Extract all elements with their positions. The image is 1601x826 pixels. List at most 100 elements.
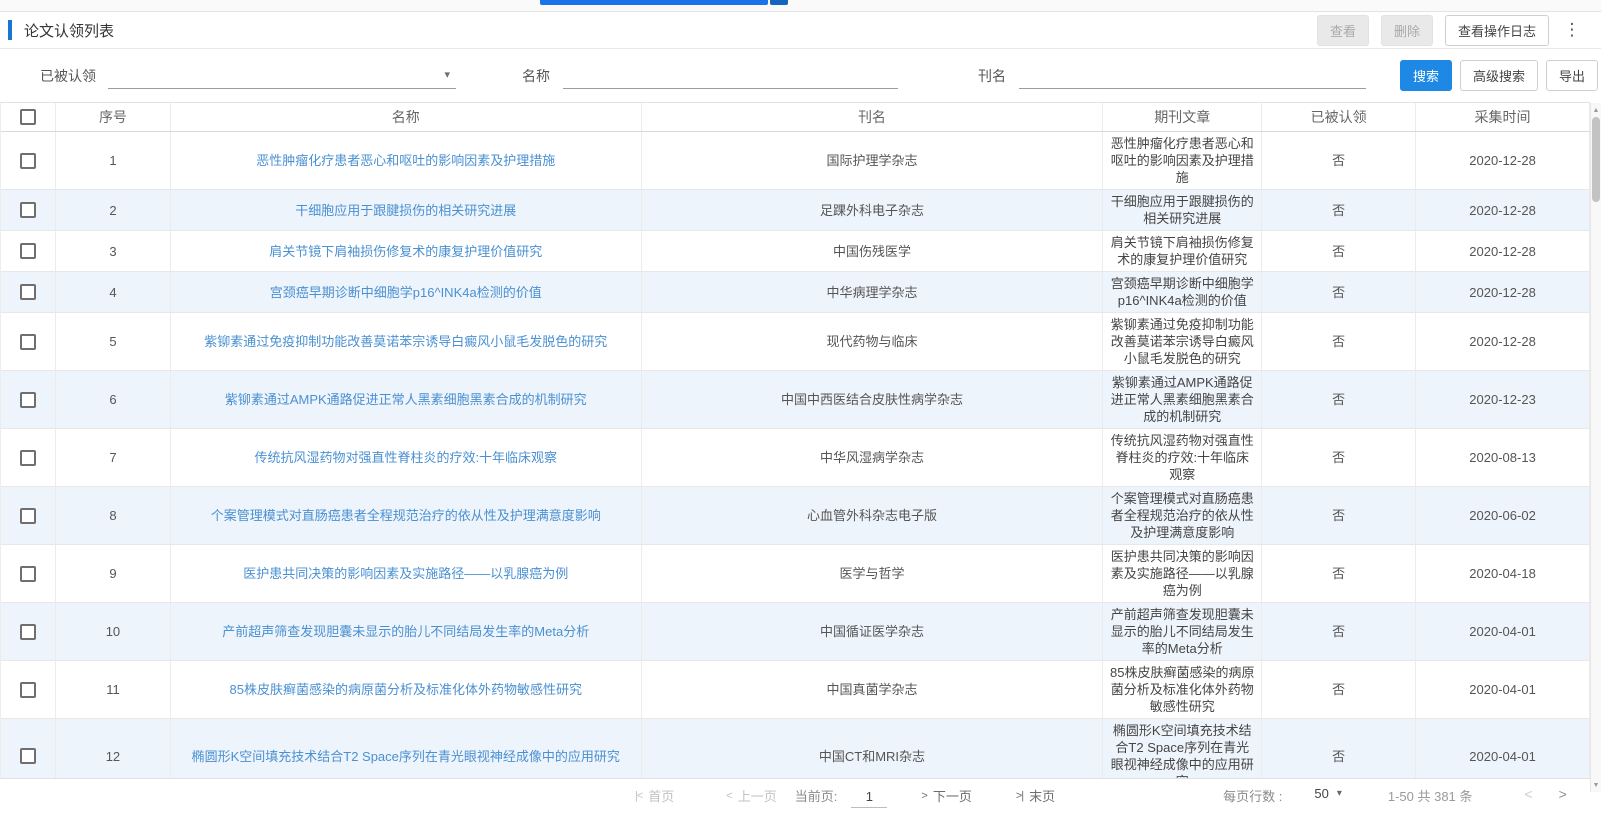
row-checkbox[interactable] — [20, 748, 36, 764]
paper-title-link[interactable]: 85株皮肤癣菌感染的病原菌分析及标准化体外药物敏感性研究 — [171, 661, 642, 718]
paper-title-link[interactable]: 恶性肿瘤化疗患者恶心和呕吐的影响因素及护理措施 — [171, 132, 642, 189]
search-button[interactable]: 搜索 — [1400, 60, 1452, 91]
paper-title-link[interactable]: 宫颈癌早期诊断中细胞学p16^INK4a检测的价值 — [171, 272, 642, 312]
row-checkbox[interactable] — [20, 392, 36, 408]
table-row: 6 紫铆素通过AMPK通路促进正常人黑素细胞黑素合成的机制研究 中国中西医结合皮… — [1, 371, 1590, 429]
paper-title-link[interactable]: 肩关节镜下肩袖损伤修复术的康复护理价值研究 — [171, 231, 642, 271]
next-page-label: 下一页 — [933, 786, 972, 805]
row-checkbox[interactable] — [20, 243, 36, 259]
table-row: 1 恶性肿瘤化疗患者恶心和呕吐的影响因素及护理措施 国际护理学杂志 恶性肿瘤化疗… — [1, 132, 1590, 190]
last-page-label: 末页 — [1029, 786, 1055, 805]
table-row: 9 医护患共同决策的影响因素及实施路径——以乳腺癌为例 医学与哲学 医护患共同决… — [1, 545, 1590, 603]
paper-title-link[interactable]: 紫铆素通过AMPK通路促进正常人黑素细胞黑素合成的机制研究 — [171, 371, 642, 428]
scrollbar-thumb[interactable] — [1592, 117, 1600, 202]
range-prev-icon[interactable]: < — [1524, 786, 1532, 802]
rows-per-page-select[interactable]: 50 ▾ — [1314, 786, 1342, 801]
collect-date: 2020-04-01 — [1416, 719, 1590, 779]
delete-button[interactable]: 删除 — [1381, 15, 1433, 46]
row-checkbox-cell — [1, 719, 56, 779]
view-log-button[interactable]: 查看操作日志 — [1445, 15, 1549, 46]
paper-title-link[interactable]: 产前超声筛查发现胆囊未显示的胎儿不同结局发生率的Meta分析 — [171, 603, 642, 660]
journal-article: 宫颈癌早期诊断中细胞学p16^INK4a检测的价值 — [1103, 272, 1262, 312]
journal-name: 足踝外科电子杂志 — [642, 190, 1104, 230]
claimed-status: 否 — [1262, 272, 1416, 312]
row-number: 1 — [56, 132, 171, 189]
paper-title-link[interactable]: 椭圆形K空间填充技术结合T2 Space序列在青光眼视神经成像中的应用研究 — [171, 719, 642, 779]
row-checkbox[interactable] — [20, 624, 36, 640]
name-filter-input[interactable] — [563, 63, 898, 89]
first-page-button[interactable]: |< 首页 — [635, 786, 674, 805]
title-bar: 论文认领列表 查看 删除 查看操作日志 ⋮ — [0, 12, 1601, 49]
current-page-label: 当前页: — [795, 786, 838, 805]
row-number: 7 — [56, 429, 171, 486]
row-checkbox[interactable] — [20, 508, 36, 524]
row-number: 8 — [56, 487, 171, 544]
scroll-down-icon[interactable]: ▼ — [1591, 779, 1601, 791]
paper-title-link[interactable]: 个案管理模式对直肠癌患者全程规范治疗的依从性及护理满意度影响 — [171, 487, 642, 544]
journal-article: 椭圆形K空间填充技术结合T2 Space序列在青光眼视神经成像中的应用研究 — [1103, 719, 1262, 779]
table-row: 10 产前超声筛查发现胆囊未显示的胎儿不同结局发生率的Meta分析 中国循证医学… — [1, 603, 1590, 661]
last-page-button[interactable]: >| 末页 — [1016, 786, 1055, 805]
row-checkbox-cell — [1, 487, 56, 544]
select-all-checkbox[interactable] — [20, 109, 36, 125]
view-button[interactable]: 查看 — [1317, 15, 1369, 46]
row-checkbox[interactable] — [20, 682, 36, 698]
paper-title-link[interactable]: 干细胞应用于跟腱损伤的相关研究进展 — [171, 190, 642, 230]
prev-page-button[interactable]: < 上一页 — [726, 786, 776, 805]
active-tab-indicator — [540, 0, 768, 5]
column-header-claimed: 已被认领 — [1262, 103, 1416, 131]
current-page-input[interactable] — [851, 786, 887, 808]
column-header-name: 名称 — [171, 103, 642, 131]
browser-tab-strip — [0, 0, 1601, 12]
advanced-search-button[interactable]: 高级搜索 — [1460, 60, 1538, 91]
claimed-filter-label: 已被认领 — [40, 66, 96, 86]
collect-date: 2020-04-18 — [1416, 545, 1590, 602]
row-checkbox[interactable] — [20, 566, 36, 582]
prev-page-label: 上一页 — [738, 786, 777, 805]
row-checkbox-cell — [1, 429, 56, 486]
journal-article: 肩关节镜下肩袖损伤修复术的康复护理价值研究 — [1103, 231, 1262, 271]
name-filter-label: 名称 — [522, 66, 550, 86]
table-row: 2 干细胞应用于跟腱损伤的相关研究进展 足踝外科电子杂志 干细胞应用于跟腱损伤的… — [1, 190, 1590, 231]
export-button[interactable]: 导出 — [1546, 60, 1598, 91]
table-row: 5 紫铆素通过免疫抑制功能改善莫诺苯宗诱导白癜风小鼠毛发脱色的研究 现代药物与临… — [1, 313, 1590, 371]
row-checkbox[interactable] — [20, 202, 36, 218]
scroll-up-icon[interactable]: ▲ — [1591, 104, 1601, 116]
table-row: 4 宫颈癌早期诊断中细胞学p16^INK4a检测的价值 中华病理学杂志 宫颈癌早… — [1, 272, 1590, 313]
first-page-label: 首页 — [648, 786, 674, 805]
journal-article: 传统抗风湿药物对强直性脊柱炎的疗效:十年临床观察 — [1103, 429, 1262, 486]
paper-title-link[interactable]: 医护患共同决策的影响因素及实施路径——以乳腺癌为例 — [171, 545, 642, 602]
journal-filter-input[interactable] — [1019, 63, 1366, 89]
column-header-no: 序号 — [56, 103, 171, 131]
collect-date: 2020-04-01 — [1416, 603, 1590, 660]
collect-date: 2020-12-28 — [1416, 190, 1590, 230]
table-row: 12 椭圆形K空间填充技术结合T2 Space序列在青光眼视神经成像中的应用研究… — [1, 719, 1590, 779]
range-next-icon[interactable]: > — [1559, 786, 1567, 802]
row-checkbox[interactable] — [20, 284, 36, 300]
row-checkbox-cell — [1, 603, 56, 660]
row-checkbox[interactable] — [20, 450, 36, 466]
vertical-scrollbar[interactable]: ▲ ▼ — [1590, 103, 1601, 792]
collect-date: 2020-04-01 — [1416, 661, 1590, 718]
paper-title-link[interactable]: 紫铆素通过免疫抑制功能改善莫诺苯宗诱导白癜风小鼠毛发脱色的研究 — [171, 313, 642, 370]
search-bar: 已被认领 ▾ 名称 刊名 搜索 高级搜索 导出 — [0, 49, 1601, 102]
journal-name: 中国循证医学杂志 — [642, 603, 1104, 660]
journal-filter-label: 刊名 — [978, 66, 1006, 86]
claimed-status: 否 — [1262, 545, 1416, 602]
row-checkbox[interactable] — [20, 153, 36, 169]
papers-table: 序号 名称 刊名 期刊文章 已被认领 采集时间 1 恶性肿瘤化疗患者恶心和呕吐的… — [0, 102, 1590, 779]
next-page-button[interactable]: > 下一页 — [921, 786, 971, 805]
journal-article: 紫铆素通过免疫抑制功能改善莫诺苯宗诱导白癜风小鼠毛发脱色的研究 — [1103, 313, 1262, 370]
row-checkbox-cell — [1, 371, 56, 428]
last-page-icon: >| — [1016, 790, 1023, 802]
page-title: 论文认领列表 — [24, 20, 114, 41]
journal-name: 心血管外科杂志电子版 — [642, 487, 1104, 544]
app-window: 论文认领列表 查看 删除 查看操作日志 ⋮ 已被认领 ▾ 名称 刊名 搜索 高级… — [0, 0, 1601, 826]
journal-name: 中华病理学杂志 — [642, 272, 1104, 312]
claimed-filter-select[interactable]: ▾ — [108, 63, 456, 89]
paper-title-link[interactable]: 传统抗风湿药物对强直性脊柱炎的疗效:十年临床观察 — [171, 429, 642, 486]
pagination-bar: |< 首页 < 上一页 当前页: > 下一页 >| 末页 每页行数 : 50 ▾… — [0, 778, 1601, 826]
row-checkbox[interactable] — [20, 334, 36, 350]
more-options-icon[interactable]: ⋮ — [1563, 20, 1581, 40]
row-number: 3 — [56, 231, 171, 271]
